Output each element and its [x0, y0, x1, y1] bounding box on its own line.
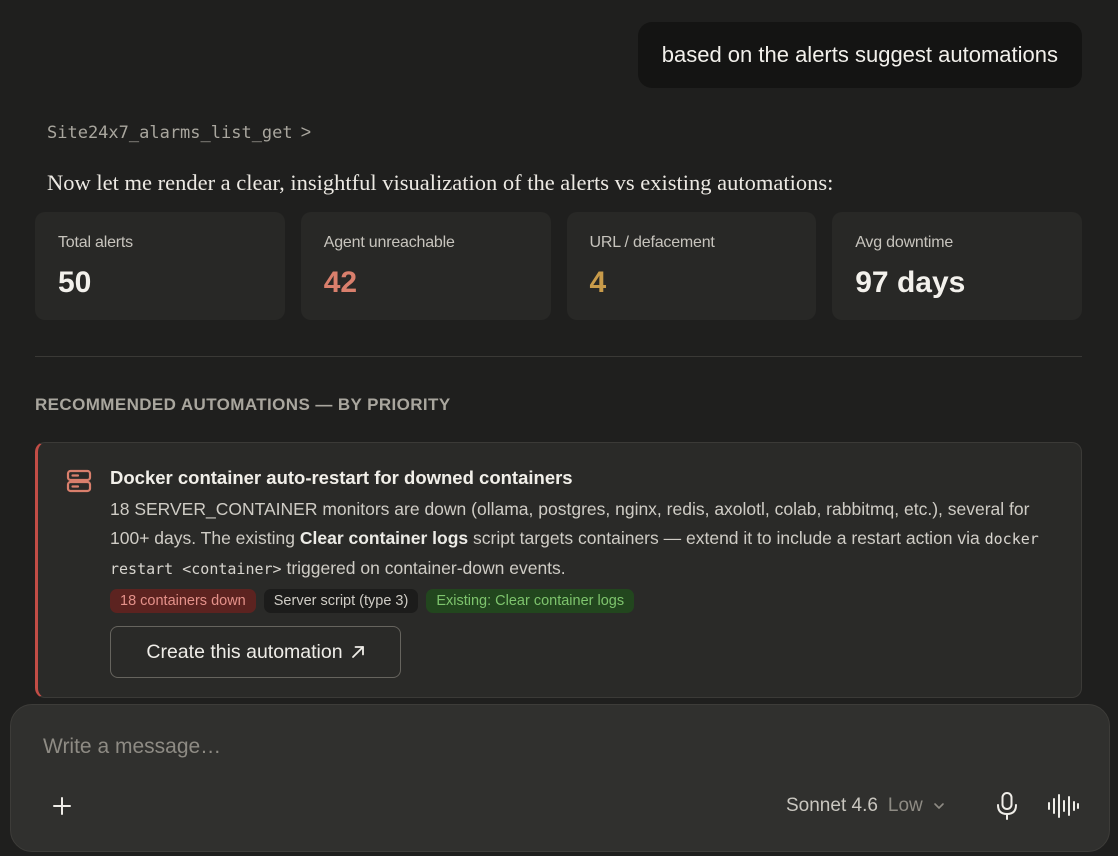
model-effort: Low [887, 795, 923, 816]
user-message-bubble: based on the alerts suggest automations [637, 22, 1082, 88]
desc-bold: Clear container logs [299, 528, 469, 548]
stats-row: Total alerts 50 Agent unreachable 42 URL… [35, 212, 1082, 320]
chat-screen: based on the alerts suggest automations … [0, 0, 1118, 856]
recommendation-card: Docker container auto-restart for downed… [35, 442, 1082, 698]
model-selector[interactable]: Sonnet 4.6 Low [786, 795, 945, 817]
message-composer: Sonnet 4.6 Low [10, 704, 1110, 852]
stat-value: 97 days [855, 266, 966, 299]
section-title: RECOMMENDED AUTOMATIONS — BY PRIORITY [35, 395, 451, 414]
recommendation-description: 18 SERVER_CONTAINER monitors are down (o… [110, 495, 1060, 584]
message-input[interactable] [43, 735, 943, 759]
tag-badge: Existing: Clear container logs [426, 589, 635, 613]
tag-row: 18 containers down Server script (type 3… [110, 589, 635, 613]
recommendation-title: Docker container auto-restart for downed… [110, 467, 573, 488]
stat-value: 4 [589, 266, 607, 299]
stat-card-avg-downtime: Avg downtime 97 days [832, 212, 1082, 320]
model-name: Sonnet 4.6 [786, 795, 878, 816]
stat-card-url-defacement: URL / defacement 4 [566, 212, 817, 320]
desc-text: script targets containers — extend it to… [468, 528, 985, 548]
waveform-icon [1048, 794, 1079, 818]
stat-card-agent-unreachable: Agent unreachable 42 [300, 212, 551, 320]
stat-value: 42 [323, 266, 358, 299]
tag-badge: 18 containers down [110, 589, 256, 613]
create-automation-button[interactable]: Create this automation [110, 626, 401, 678]
microphone-button[interactable] [993, 791, 1021, 821]
stat-label: Agent unreachable [323, 234, 455, 251]
stat-label: Total alerts [58, 234, 133, 251]
microphone-icon [997, 792, 1017, 820]
assistant-message: Now let me render a clear, insightful vi… [47, 170, 834, 195]
plus-icon [53, 797, 71, 815]
chevron-down-icon [933, 803, 944, 809]
tag-badge: Server script (type 3) [263, 589, 419, 613]
stat-label: URL / defacement [589, 234, 715, 251]
stat-value: 50 [58, 266, 92, 299]
add-attachment-button[interactable] [47, 791, 77, 821]
tool-call-toggle[interactable]: Site24x7_alarms_list_get > [47, 122, 311, 143]
external-arrow-icon [351, 646, 364, 658]
desc-text: triggered on container-down events. [281, 558, 566, 578]
section-divider [35, 356, 1082, 357]
stat-card-total-alerts: Total alerts 50 [35, 212, 285, 320]
stat-label: Avg downtime [855, 234, 954, 251]
server-icon [66, 469, 92, 493]
chevron-right-icon: > [300, 122, 312, 142]
create-automation-label: Create this automation [146, 640, 343, 663]
tool-call-name: Site24x7_alarms_list_get [47, 122, 293, 143]
voice-mode-button[interactable] [1045, 791, 1081, 821]
